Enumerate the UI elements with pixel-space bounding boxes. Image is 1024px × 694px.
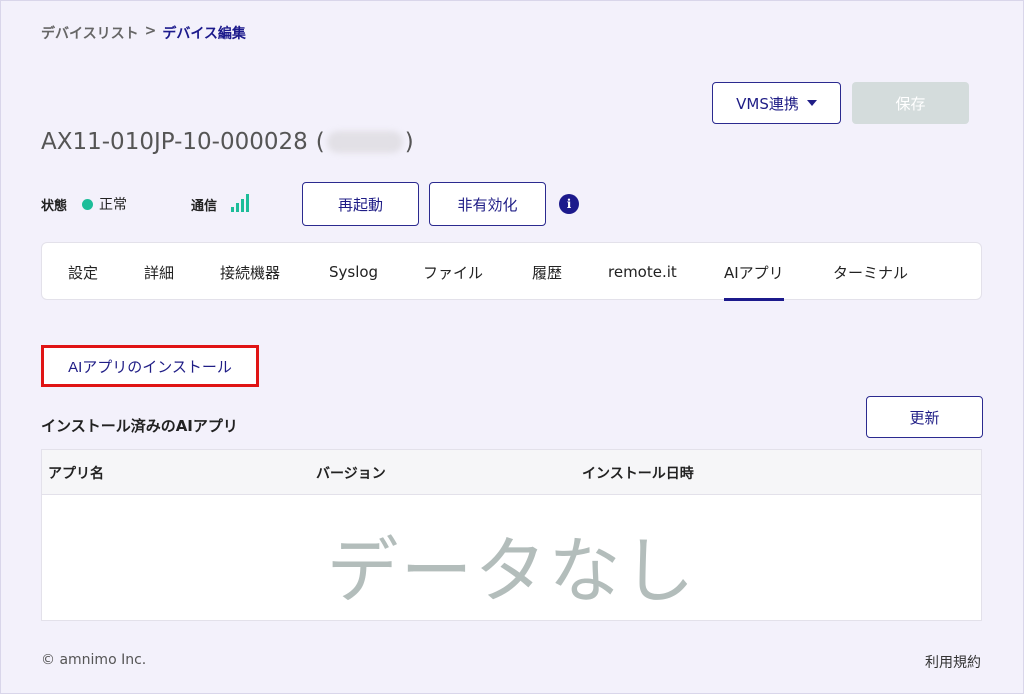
breadcrumb: デバイスリスト > デバイス編集 (41, 23, 246, 43)
refresh-button[interactable]: 更新 (866, 396, 983, 438)
tab-remote-it[interactable]: remote.it (608, 243, 677, 301)
tab-syslog[interactable]: Syslog (329, 243, 378, 301)
caret-down-icon (806, 100, 817, 106)
disable-button[interactable]: 非有効化 (429, 182, 546, 226)
column-header-install-date: インストール日時 (582, 466, 694, 482)
tab-history[interactable]: 履歴 (532, 243, 562, 301)
info-icon[interactable]: i (559, 194, 579, 214)
column-header-version: バージョン (316, 466, 386, 482)
tab-connected-devices[interactable]: 接続機器 (220, 243, 280, 301)
reboot-button[interactable]: 再起動 (302, 182, 419, 226)
breadcrumb-device-list[interactable]: デバイスリスト (41, 23, 139, 43)
close-paren: ) (404, 129, 414, 155)
status-row: 状態 正常 通信 再起動 非有効化 i (41, 182, 601, 226)
signal-bars-icon (231, 194, 249, 212)
redacted-device-name (326, 131, 403, 153)
page-title: AX11-010JP-10-000028 ( ) (41, 129, 414, 155)
breadcrumb-current: デバイス編集 (162, 26, 246, 42)
device-id: AX11-010JP-10-000028 (41, 129, 308, 155)
save-button[interactable]: 保存 (852, 82, 969, 124)
tab-bar: 設定 詳細 接続機器 Syslog ファイル 履歴 remote.it AIアプ… (41, 242, 982, 301)
top-actions: VMS連携 保存 (712, 82, 969, 124)
terms-link[interactable]: 利用規約 (925, 652, 981, 672)
status-dot-icon (82, 199, 93, 210)
tab-files[interactable]: ファイル (423, 243, 483, 301)
device-edit-page: デバイスリスト > デバイス編集 VMS連携 保存 AX11-010JP-10-… (0, 0, 1024, 694)
state-value: 正常 (99, 197, 127, 213)
empty-state-text: データなし (326, 529, 697, 613)
vms-link-dropdown-button[interactable]: VMS連携 (712, 82, 841, 124)
copyright: © amnimo Inc. (41, 652, 147, 668)
state-label: 状態 (41, 199, 68, 214)
open-paren: ( (315, 129, 325, 155)
vms-link-label: VMS連携 (736, 94, 799, 113)
tab-settings[interactable]: 設定 (68, 243, 98, 301)
communication-label: 通信 (191, 199, 218, 214)
column-header-app-name: アプリ名 (48, 466, 104, 482)
breadcrumb-separator: > (144, 23, 157, 39)
table-header: アプリ名 バージョン インストール日時 (42, 450, 981, 495)
tab-ai-apps[interactable]: AIアプリ (724, 243, 784, 301)
install-ai-app-button[interactable]: AIアプリのインストール (41, 345, 259, 387)
tab-terminal[interactable]: ターミナル (833, 243, 908, 301)
installed-ai-apps-title: インストール済みのAIアプリ (41, 417, 238, 435)
tab-details[interactable]: 詳細 (144, 243, 174, 301)
installed-apps-table: アプリ名 バージョン インストール日時 データなし (41, 449, 982, 621)
